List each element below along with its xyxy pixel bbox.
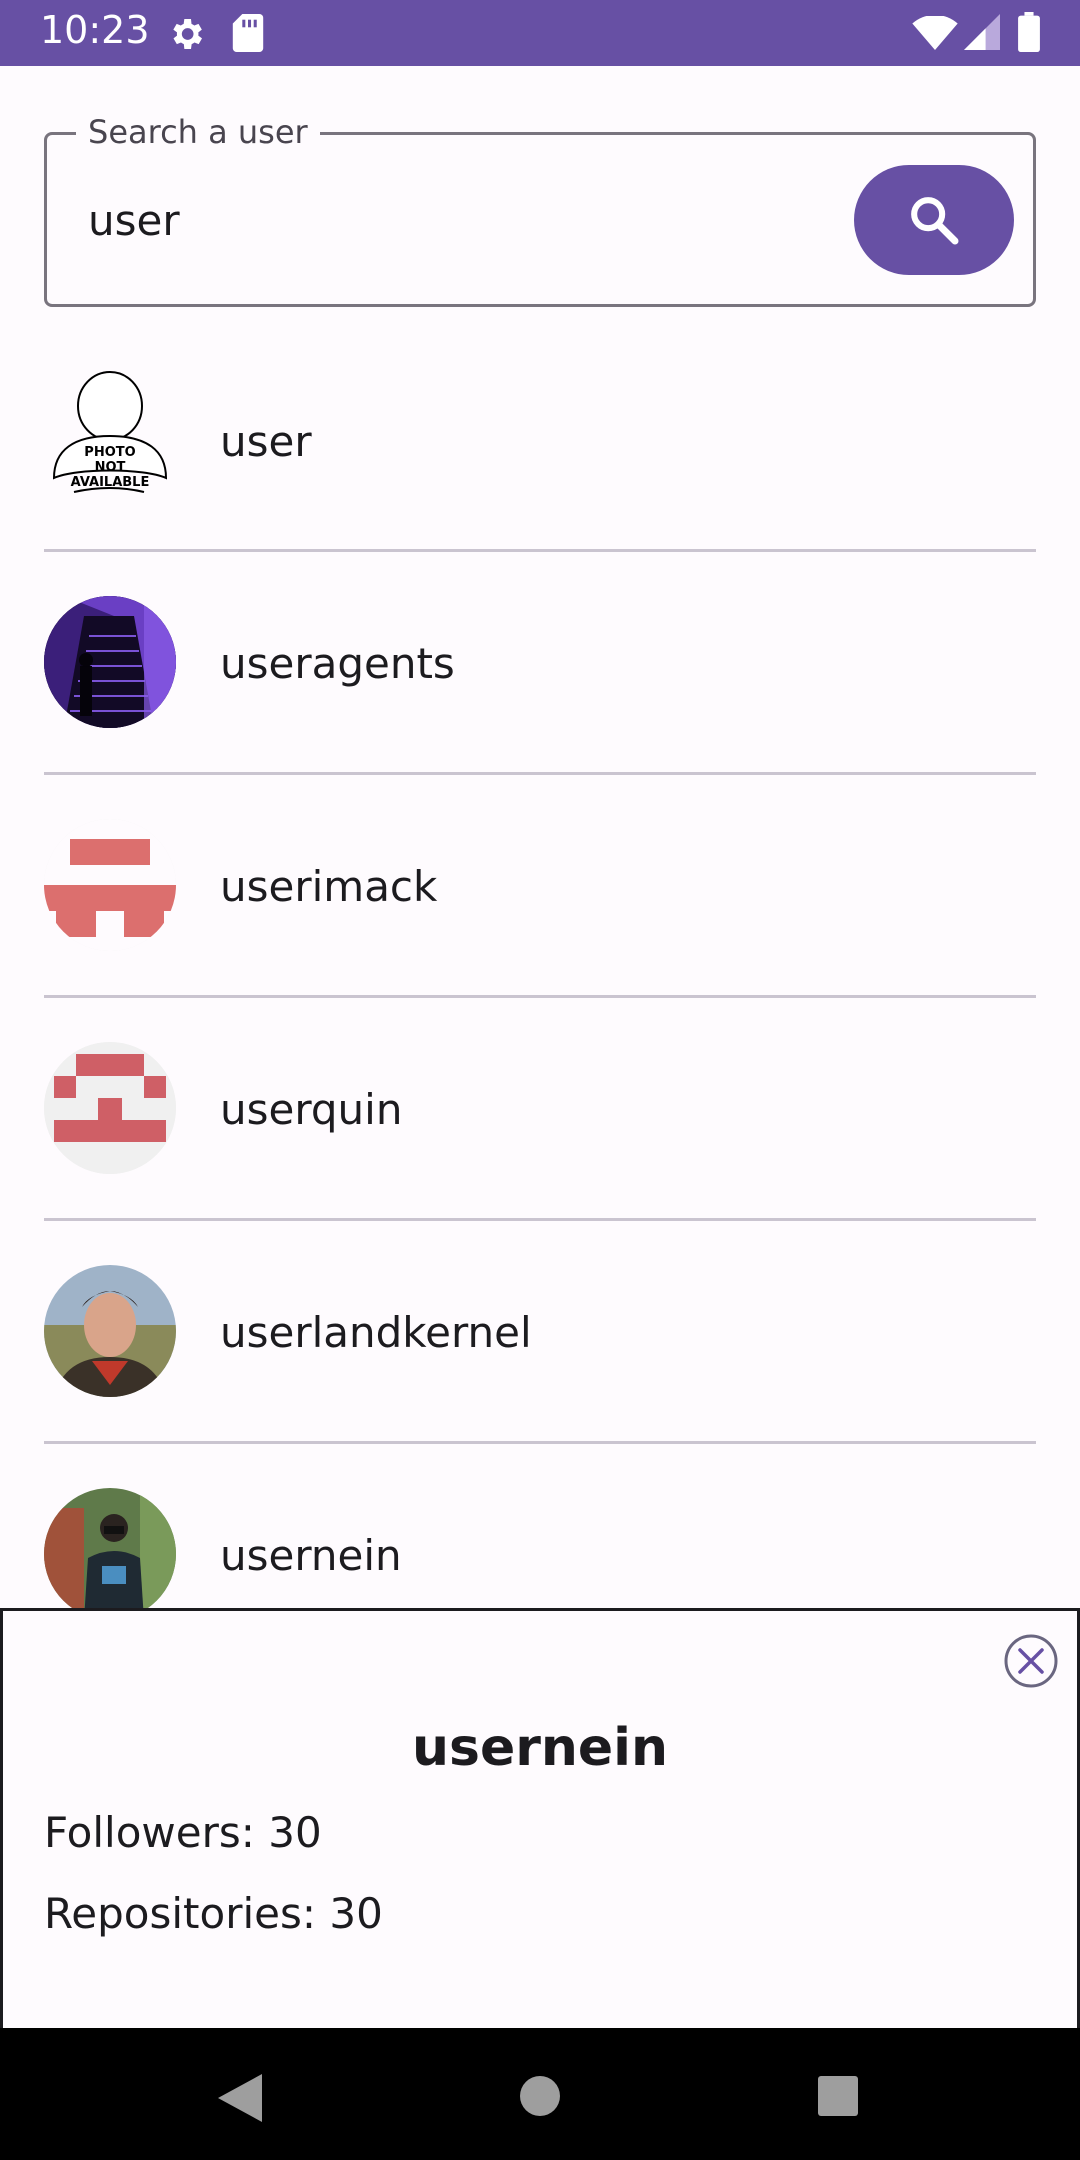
avatar-placeholder: PHOTO NOT AVAILABLE	[44, 370, 176, 502]
repositories-count: Repositories: 30	[44, 1889, 383, 1938]
username-label: usernein	[220, 1531, 402, 1580]
username-label: useragents	[220, 639, 455, 688]
avatar	[44, 596, 176, 728]
username-label: userimack	[220, 862, 438, 911]
list-item[interactable]: userquin	[0, 998, 1080, 1220]
list-item[interactable]: useragents	[0, 552, 1080, 774]
back-icon[interactable]	[218, 2074, 262, 2122]
search-icon	[911, 197, 959, 245]
detail-username: usernein	[411, 1718, 668, 1778]
recents-icon[interactable]	[818, 2076, 858, 2116]
avatar	[44, 1265, 176, 1397]
list-item[interactable]: PHOTO NOT AVAILABLE user	[0, 330, 1080, 552]
navigation-bar	[0, 2028, 1080, 2160]
settings-icon	[173, 19, 202, 49]
status-time: 10:23	[40, 8, 150, 52]
placeholder-text-3: AVAILABLE	[71, 475, 150, 490]
signal-icon	[964, 14, 1000, 50]
username-label: userquin	[220, 1085, 403, 1134]
followers-count: Followers: 30	[44, 1808, 322, 1857]
avatar	[44, 1488, 176, 1620]
battery-icon	[1018, 12, 1040, 52]
sd-card-icon	[232, 14, 264, 52]
search-value[interactable]: user	[88, 196, 180, 245]
home-icon[interactable]	[520, 2076, 560, 2116]
placeholder-text-1: PHOTO	[84, 445, 135, 460]
list-item[interactable]: userlandkernel	[0, 1221, 1080, 1443]
search-button[interactable]	[854, 165, 1014, 275]
placeholder-text-2: NOT	[95, 460, 126, 475]
close-icon[interactable]	[1003, 1633, 1059, 1689]
search-label: Search a user	[76, 113, 320, 151]
list-item[interactable]: userimack	[0, 775, 1080, 997]
username-label: user	[220, 417, 312, 466]
avatar	[44, 819, 176, 951]
wifi-icon	[912, 16, 958, 50]
username-label: userlandkernel	[220, 1308, 532, 1357]
status-bar: 10:23	[0, 0, 1080, 66]
avatar	[44, 1042, 176, 1174]
